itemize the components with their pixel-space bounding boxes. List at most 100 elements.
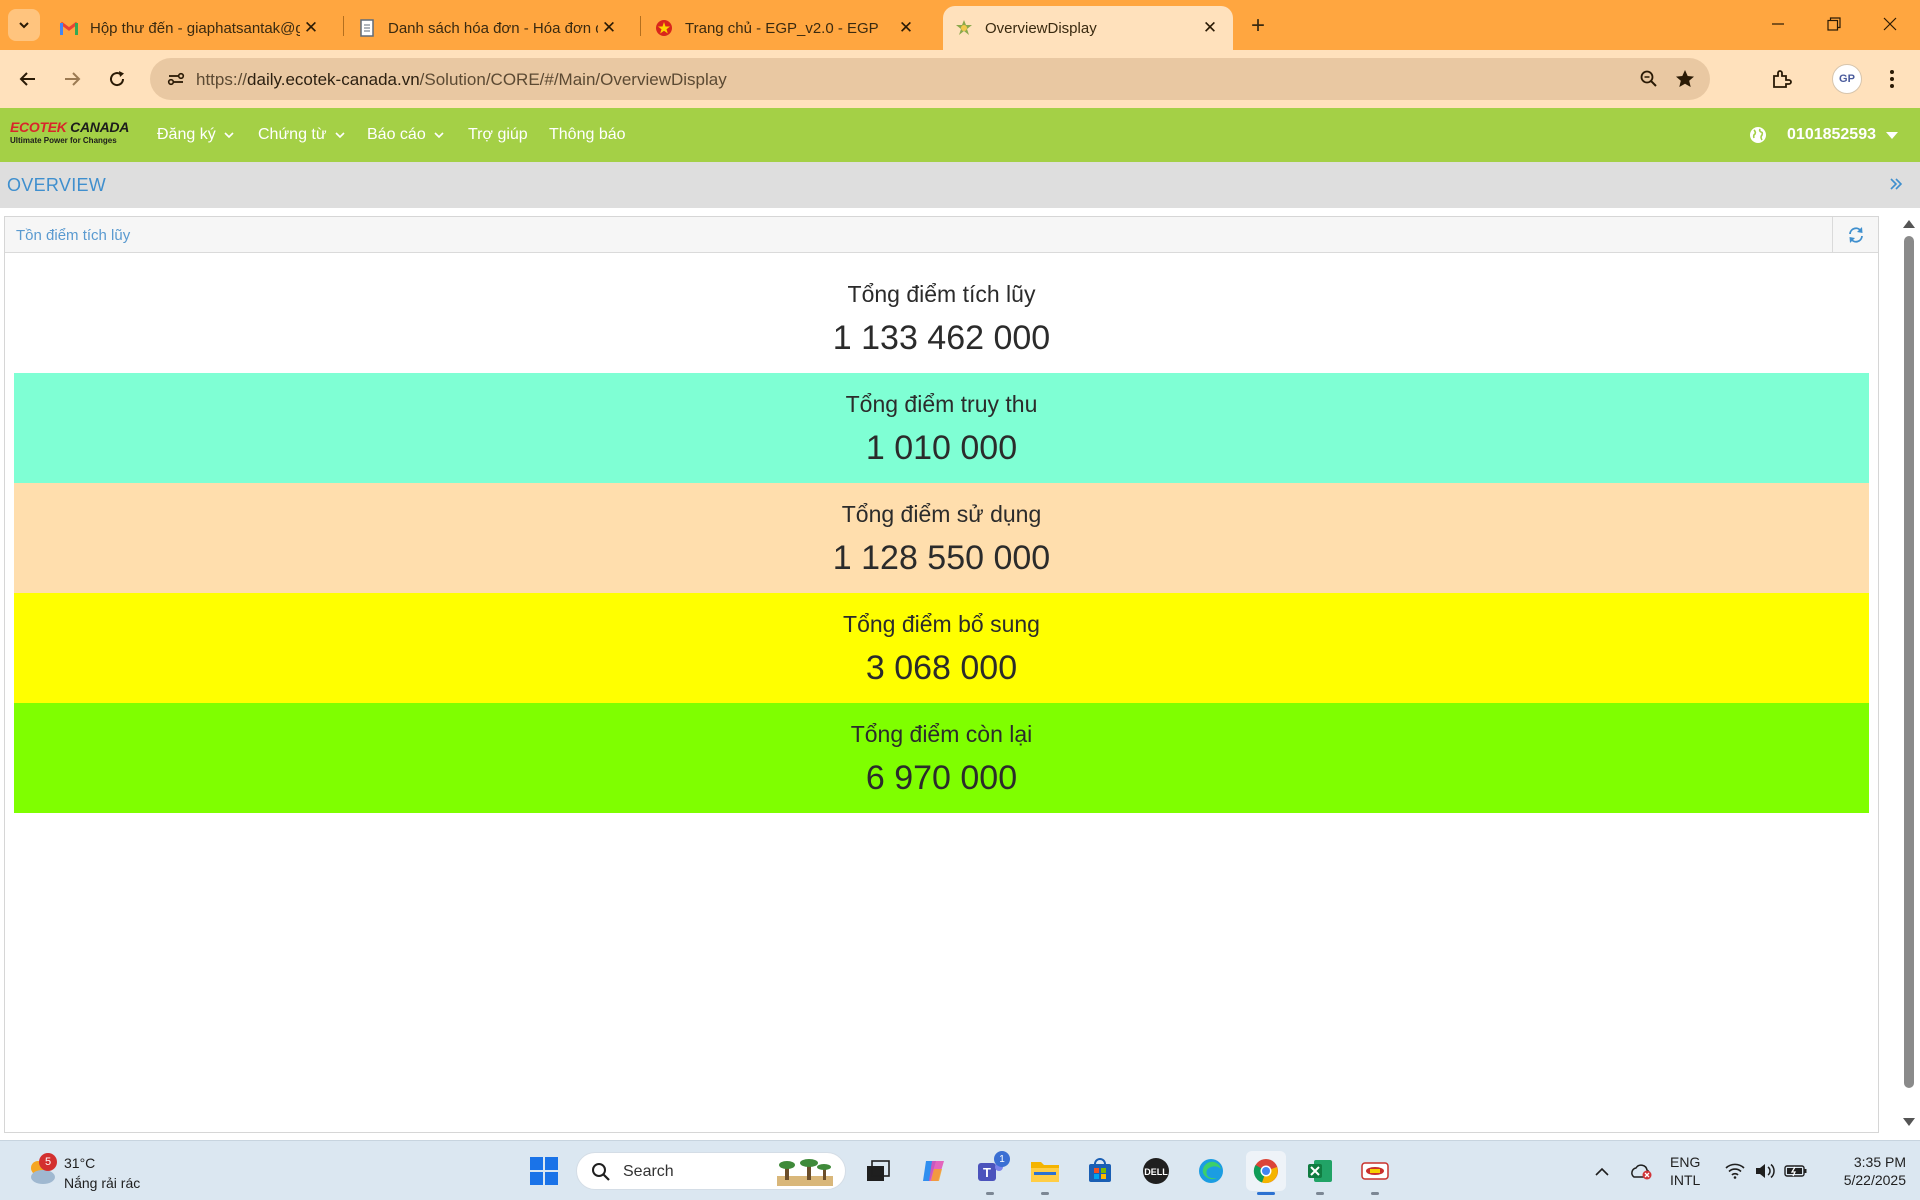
stat-value: 1 128 550 000 [832, 539, 1051, 577]
caret-down-icon [1886, 131, 1898, 139]
stat-value: 3 068 000 [865, 649, 1018, 687]
menu-chung-tu[interactable]: Chứng từ [258, 108, 345, 162]
edge-button[interactable] [1191, 1151, 1231, 1191]
menu-label: Đăng ký [157, 126, 216, 143]
excel-button[interactable] [1300, 1151, 1340, 1195]
refresh-icon [1848, 227, 1863, 243]
dell-button[interactable]: DELL [1136, 1151, 1176, 1191]
tab-divider [640, 16, 641, 36]
more-menu-icon[interactable] [1876, 63, 1908, 95]
minimize-icon [1772, 23, 1784, 25]
chevron-down-icon [19, 22, 29, 29]
gmail-icon [60, 19, 78, 37]
page-header-bar: OVERVIEW [0, 162, 1920, 208]
onedrive-error-icon[interactable] [1628, 1141, 1654, 1200]
taskbar-clock[interactable]: 3:35 PM 5/22/2025 [1818, 1153, 1906, 1189]
reload-button[interactable] [101, 63, 133, 95]
weather-alert-badge: 5 [39, 1153, 57, 1171]
url-path: /Solution/CORE/#/Main/OverviewDisplay [419, 70, 727, 89]
search-placeholder: Search [623, 1163, 674, 1180]
tab-title: Trang chủ - EGP_v2.0 - EGP [685, 19, 879, 37]
close-tab-icon[interactable]: ✕ [300, 17, 322, 39]
page-scrollbar[interactable] [1898, 216, 1920, 1133]
back-button[interactable] [12, 63, 44, 95]
taskbar-search[interactable]: Search [576, 1152, 846, 1190]
show-hidden-icons-chevron-icon[interactable] [1590, 1141, 1614, 1200]
tab-invoice-list[interactable]: Danh sách hóa đơn - Hóa đơn đ ✕ [346, 6, 632, 50]
pinned-app-button[interactable] [1355, 1151, 1395, 1195]
address-bar[interactable]: https://daily.ecotek-canada.vn/Solution/… [150, 58, 1710, 100]
extensions-icon[interactable] [1765, 63, 1797, 95]
globe-icon[interactable] [1749, 125, 1769, 145]
input-language-indicator[interactable]: ENG INTL [1670, 1153, 1700, 1189]
site-info-icon[interactable] [160, 63, 192, 95]
teams-button[interactable]: T 1 [970, 1151, 1010, 1195]
language-code: ENG [1670, 1154, 1701, 1170]
double-chevron-right-icon[interactable] [1884, 172, 1908, 196]
search-highlight-art-icon [777, 1159, 833, 1186]
tab-title: Danh sách hóa đơn - Hóa đơn đ [388, 19, 598, 37]
chrome-button[interactable] [1246, 1151, 1286, 1195]
scrollbar-thumb[interactable] [1904, 236, 1914, 1088]
chevron-down-icon [334, 130, 345, 140]
bookmark-star-icon[interactable] [1670, 64, 1700, 94]
tab-divider [343, 16, 344, 36]
copilot-button[interactable] [914, 1151, 954, 1191]
menu-bao-cao[interactable]: Báo cáo [367, 108, 444, 162]
stat-total-recovered: Tổng điểm truy thu 1 010 000 [14, 373, 1869, 483]
url-scheme: https:// [196, 70, 248, 89]
close-icon [1883, 17, 1897, 31]
stat-total-supplemented: Tổng điểm bổ sung 3 068 000 [14, 593, 1869, 703]
logo-brand-suffix: CANADA [66, 119, 129, 135]
close-tab-icon[interactable]: ✕ [1199, 17, 1221, 39]
wifi-icon[interactable] [1722, 1141, 1748, 1200]
store-button[interactable] [1080, 1151, 1120, 1191]
arrow-left-icon [19, 72, 35, 86]
refresh-button[interactable] [1832, 217, 1878, 253]
file-explorer-button[interactable] [1025, 1151, 1065, 1195]
start-button[interactable] [524, 1151, 564, 1191]
tab-egp-home[interactable]: Trang chủ - EGP_v2.0 - EGP ✕ [643, 6, 929, 50]
keyboard-layout: INTL [1670, 1172, 1701, 1188]
stat-total-remaining: Tổng điểm còn lại 6 970 000 [14, 703, 1869, 813]
account-menu[interactable]: 0101852593 [1749, 108, 1898, 162]
search-icon [592, 1163, 610, 1181]
svg-text:DELL: DELL [1144, 1167, 1168, 1177]
stat-total-used: Tổng điểm sử dụng 1 128 550 000 [14, 483, 1869, 593]
chevron-down-icon [224, 130, 234, 140]
reload-icon [110, 71, 125, 87]
copilot-icon [923, 1161, 944, 1181]
scroll-down-icon[interactable] [1903, 1116, 1915, 1128]
close-window-button[interactable] [1866, 8, 1914, 40]
chrome-icon [1253, 1159, 1278, 1184]
tab-gmail[interactable]: Hộp thư đến - giaphatsantak@g ✕ [48, 6, 334, 50]
stat-label: Tổng điểm còn lại [850, 721, 1033, 747]
new-tab-button[interactable]: + [1244, 12, 1272, 40]
menu-label: Thông báo [549, 126, 626, 143]
running-indicator [1371, 1192, 1379, 1195]
document-icon [358, 19, 376, 37]
browser-tab-strip: Hộp thư đến - giaphatsantak@g ✕ Danh sác… [0, 0, 1920, 50]
menu-tro-giup[interactable]: Trợ giúp [468, 108, 528, 162]
tab-overview-display[interactable]: OverviewDisplay ✕ [943, 6, 1233, 50]
close-tab-icon[interactable]: ✕ [895, 17, 917, 39]
restore-button[interactable] [1810, 8, 1858, 40]
volume-icon[interactable] [1752, 1141, 1778, 1200]
profile-avatar[interactable]: GP [1832, 64, 1862, 94]
tab-search-button[interactable] [8, 9, 40, 41]
scroll-up-icon[interactable] [1903, 218, 1915, 230]
svg-text:T: T [983, 1165, 991, 1180]
zoom-icon[interactable] [1636, 66, 1662, 92]
close-tab-icon[interactable]: ✕ [598, 17, 620, 39]
weather-widget[interactable]: 5 31°C Nắng rải rác [22, 1149, 172, 1193]
weather-temperature: 31°C [64, 1155, 96, 1171]
ecotek-logo[interactable]: ECOTEK CANADA Ultimate Power for Changes [10, 119, 129, 151]
minimize-button[interactable] [1754, 8, 1802, 40]
forward-button[interactable] [56, 63, 88, 95]
menu-dang-ky[interactable]: Đăng ký [157, 108, 234, 162]
app-navbar: ECOTEK CANADA Ultimate Power for Changes… [0, 108, 1920, 162]
logo-brand-prefix: ECOTEK [10, 119, 67, 135]
menu-thong-bao[interactable]: Thông báo [549, 108, 626, 162]
task-view-button[interactable] [858, 1151, 898, 1191]
battery-icon[interactable] [1783, 1141, 1809, 1200]
